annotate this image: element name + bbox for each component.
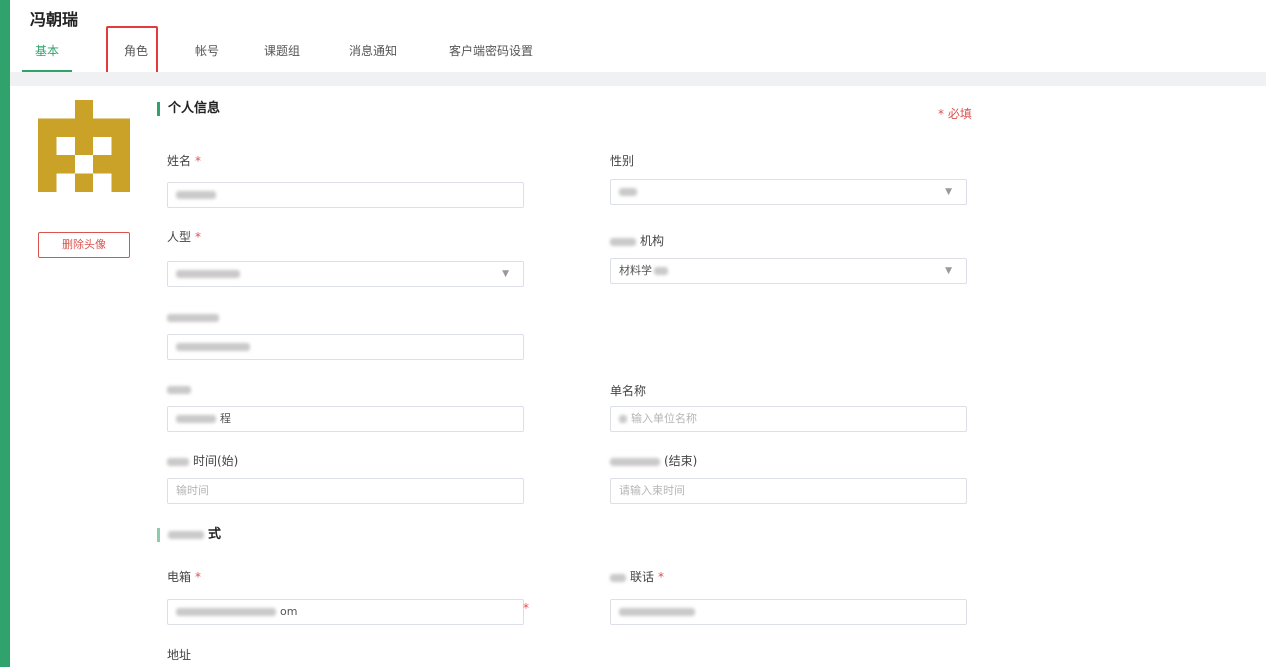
profile-form-area: 删除头像 个人信息 * 必填 姓名 * 性别 ▼ 人型 * ▼ 机构 材料学 ▼ 程…: [10, 86, 1266, 667]
tab-basic[interactable]: 基本: [22, 38, 72, 72]
org-select[interactable]: 材料学 ▼: [610, 258, 967, 284]
org-label: 机构: [610, 232, 664, 249]
required-asterisk: *: [195, 570, 202, 584]
phone-label: 联话 *: [610, 568, 664, 585]
address-label: 地址: [167, 648, 192, 662]
required-asterisk: *: [195, 230, 202, 244]
unit-name-label: 单名称: [610, 384, 647, 398]
section-title-contact: 式: [157, 528, 221, 542]
unit-name-input[interactable]: 输入单位名称: [610, 406, 967, 432]
tab-account[interactable]: 帐号: [182, 38, 232, 70]
email-required-asterisk: *: [523, 601, 529, 615]
field5-label: [167, 310, 223, 324]
time-start-label: 时间(始): [167, 452, 238, 469]
required-asterisk: *: [658, 570, 665, 584]
gender-select[interactable]: ▼: [610, 179, 967, 205]
time-start-input[interactable]: 输时间: [167, 478, 524, 504]
page-header: 冯朝瑞 基本 角色 帐号 课题组 消息通知 客户端密码设置: [10, 0, 1266, 82]
tab-notifications[interactable]: 消息通知: [338, 38, 408, 70]
required-note: * 必填: [938, 107, 972, 121]
email-label: 电箱 *: [167, 570, 202, 584]
avatar: [38, 100, 130, 192]
left-accent-strip: [0, 0, 10, 667]
gender-label: 性别: [610, 154, 635, 168]
chevron-down-icon: ▼: [945, 187, 952, 197]
email-field[interactable]: om: [167, 599, 524, 625]
person-type-select[interactable]: ▼: [167, 261, 524, 287]
tab-client-password[interactable]: 客户端密码设置: [436, 38, 546, 70]
field5-input[interactable]: [167, 334, 524, 360]
field6-label: [167, 382, 195, 396]
time-end-label: (结束): [610, 452, 697, 469]
phone-field[interactable]: [610, 599, 967, 625]
field6-input[interactable]: 程: [167, 406, 524, 432]
delete-avatar-button[interactable]: 删除头像: [38, 232, 130, 258]
section-title-personal-info: 个人信息: [157, 102, 220, 116]
time-end-input[interactable]: 请输入束时间: [610, 478, 967, 504]
tab-research-group[interactable]: 课题组: [252, 38, 312, 70]
name-label: 姓名 *: [167, 154, 202, 168]
person-type-label: 人型 *: [167, 230, 202, 244]
chevron-down-icon: ▼: [945, 266, 952, 276]
name-field[interactable]: [167, 182, 524, 208]
required-asterisk: *: [195, 154, 202, 168]
page-title: 冯朝瑞: [30, 10, 79, 29]
header-divider-band: [10, 72, 1266, 86]
chevron-down-icon: ▼: [502, 269, 509, 279]
